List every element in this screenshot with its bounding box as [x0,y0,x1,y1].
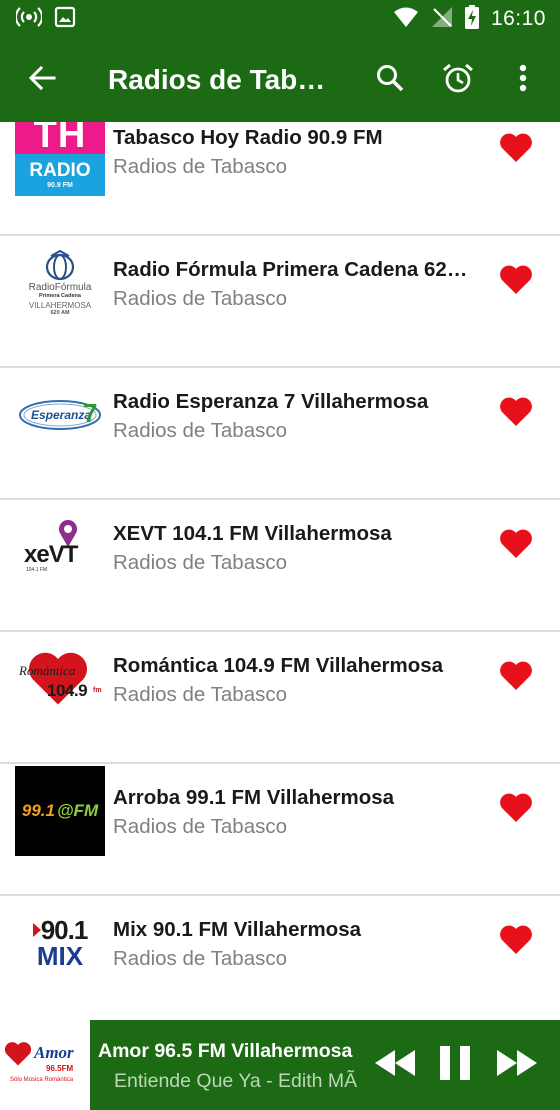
now-playing-track: Entiende Que Ya - Edith MÃ [114,1070,358,1092]
alarm-icon [442,62,474,99]
heart-logo-icon [4,1042,32,1066]
station-name: Radio Fórmula Primera Cadena 620 AM [113,258,468,281]
station-item-arroba[interactable]: 99.1 @FM Arroba 99.1 FM Villahermosa Rad… [0,764,560,896]
station-subtitle: Radios de Tabasco [113,683,287,706]
back-button[interactable] [0,38,84,122]
fast-forward-button[interactable] [494,1042,540,1088]
rewind-icon [375,1049,415,1081]
favorite-button[interactable] [496,922,536,962]
heart-icon [499,661,533,696]
station-name: Tabasco Hoy Radio 90.9 FM [113,126,383,149]
station-subtitle: Radios de Tabasco [113,155,287,178]
favorite-button[interactable] [496,130,536,170]
player-bar: Amor 96.5 FM Villahermosa Entiende Que Y… [90,1020,560,1110]
battery-charging-icon [464,4,479,34]
station-logo: 99.1 @FM [15,766,105,856]
station-name: Radio Esperanza 7 Villahermosa [113,390,429,413]
station-logo: 90.1 MIX [15,898,105,988]
search-icon [375,63,405,98]
station-item-xevt[interactable]: xeVT 104.1 FM XEVT 104.1 FM Villahermosa… [0,500,560,632]
pause-button[interactable] [432,1042,478,1088]
status-bar: 16:10 [0,0,560,38]
favorite-button[interactable] [496,658,536,698]
heart-icon [499,793,533,828]
station-logo: RadioFórmula Primera Cadena VILLAHERMOSA… [15,238,105,328]
station-item-radio-formula[interactable]: RadioFórmula Primera Cadena VILLAHERMOSA… [0,236,560,368]
station-subtitle: Radios de Tabasco [113,815,287,838]
broadcast-icon [14,6,44,33]
page-title: Radios de Tabasco [108,64,340,95]
station-name: Arroba 99.1 FM Villahermosa [113,786,395,809]
heart-icon [499,133,533,168]
pause-icon [440,1045,470,1085]
player-station-logo: Amor 96.5FM Sólo Música Romántica [0,1020,90,1110]
globe-icon [45,249,75,280]
arrow-back-icon [28,64,56,97]
more-options-button[interactable] [492,38,554,122]
station-subtitle: Radios de Tabasco [113,287,287,310]
station-logo: Romántica 104.9 fm [15,634,105,724]
fast-forward-icon [497,1049,537,1081]
station-subtitle: Radios de Tabasco [113,947,287,970]
clock-time: 16:10 [490,7,546,30]
station-list[interactable]: TH RADIO 90.9 FM Tabasco Hoy Radio 90.9 … [0,122,560,1020]
no-signal-icon [431,6,453,33]
heart-icon [499,265,533,300]
search-button[interactable] [356,38,424,122]
favorite-button[interactable] [496,262,536,302]
station-subtitle: Radios de Tabasco [113,551,287,574]
station-item-esperanza-7[interactable]: Esperanza 7 Radio Esperanza 7 Villahermo… [0,368,560,500]
toolbar: Radios de Tabasco [0,38,560,122]
heart-icon [499,529,533,564]
station-subtitle: Radios de Tabasco [113,419,287,442]
station-name: Mix 90.1 FM Villahermosa [113,918,362,941]
image-icon [54,6,76,33]
heart-icon [499,925,533,960]
alarm-button[interactable] [424,38,492,122]
station-logo: Esperanza 7 [15,370,105,460]
more-vert-icon [519,64,527,97]
favorite-button[interactable] [496,790,536,830]
now-playing-station: Amor 96.5 FM Villahermosa [98,1040,353,1062]
station-item-tabasco-hoy[interactable]: TH RADIO 90.9 FM Tabasco Hoy Radio 90.9 … [0,122,560,236]
favorite-button[interactable] [496,394,536,434]
station-logo: xeVT 104.1 FM [15,502,105,592]
station-item-mix[interactable]: 90.1 MIX Mix 90.1 FM Villahermosa Radios… [0,896,560,1020]
station-logo: TH RADIO 90.9 FM [15,122,105,196]
station-name: Romántica 104.9 FM Villahermosa [113,654,444,677]
mini-player[interactable]: Amor 96.5FM Sólo Música Romántica Amor 9… [0,1020,560,1110]
play-arrow-icon [32,923,41,937]
station-name: XEVT 104.1 FM Villahermosa [113,522,392,545]
wifi-icon [393,6,419,33]
station-item-romantica[interactable]: Romántica 104.9 fm Romántica 104.9 FM Vi… [0,632,560,764]
favorite-button[interactable] [496,526,536,566]
rewind-button[interactable] [372,1042,418,1088]
heart-icon [499,397,533,432]
